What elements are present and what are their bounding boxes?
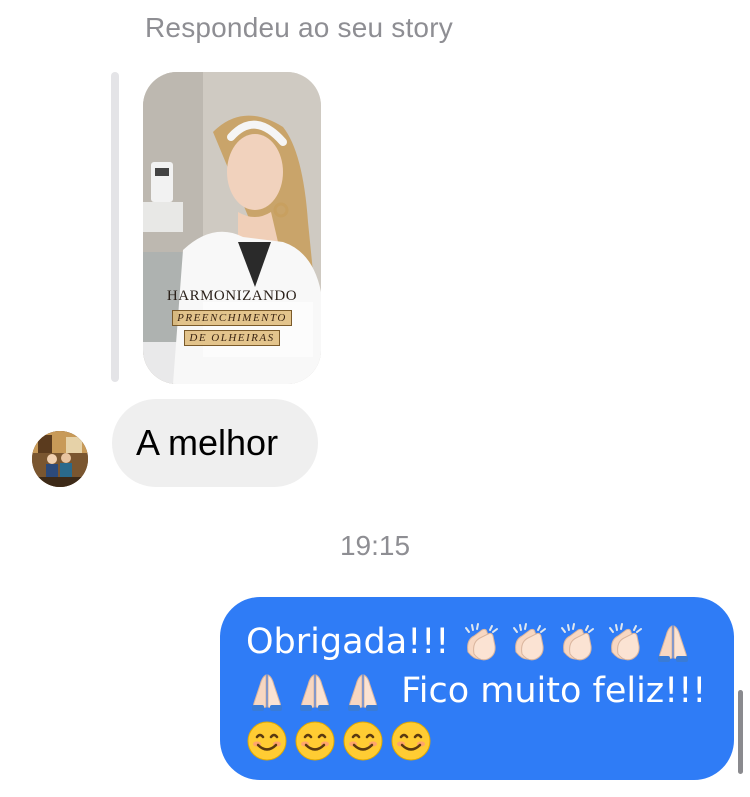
outgoing-line-3 [246,715,708,764]
story-title: HARMONIZANDO [166,288,298,304]
reply-quote-bar [111,72,119,382]
outgoing-line-2: Fico muito feliz!!! [246,666,708,715]
smiling-face-emoji-icon [390,720,432,762]
emoji-group-2 [246,671,390,711]
story-caption-line-1-text: PREENCHIMENTO [172,310,292,326]
story-thumbnail[interactable]: HARMONIZANDO PREENCHIMENTO DE OLHEIRAS [143,72,321,384]
story-caption-line-2-text: DE OLHEIRAS [184,330,280,346]
outgoing-message-bubble[interactable]: Obrigada!!! Fico muito feliz!!! [220,597,734,780]
clapping-hands-emoji-icon [604,622,646,664]
message-timestamp: 19:15 [339,530,411,561]
outgoing-text-2: Fico muito feliz!!! [401,671,707,711]
folded-hands-emoji-icon [294,671,336,713]
emoji-group-3 [246,720,438,762]
incoming-message-text: A melhor [136,422,279,463]
clapping-hands-emoji-icon [556,622,598,664]
scrollbar[interactable] [738,690,743,774]
avatar-photo [32,431,88,487]
incoming-message-bubble[interactable]: A melhor [112,399,318,487]
outgoing-text-1: Obrigada!!! [246,622,450,662]
emoji-group-1 [460,622,700,662]
smiling-face-emoji-icon [342,720,384,762]
folded-hands-emoji-icon [342,671,384,713]
story-caption-line-2: DE OLHEIRAS [143,330,321,346]
folded-hands-emoji-icon [652,622,694,664]
clapping-hands-emoji-icon [508,622,550,664]
clapping-hands-emoji-icon [460,622,502,664]
sender-avatar[interactable] [32,431,88,487]
story-caption-line-1: PREENCHIMENTO [143,310,321,326]
outgoing-line-1: Obrigada!!! [246,617,708,666]
folded-hands-emoji-icon [246,671,288,713]
smiling-face-emoji-icon [294,720,336,762]
smiling-face-emoji-icon [246,720,288,762]
reply-header: Respondeu ao seu story [145,12,453,43]
